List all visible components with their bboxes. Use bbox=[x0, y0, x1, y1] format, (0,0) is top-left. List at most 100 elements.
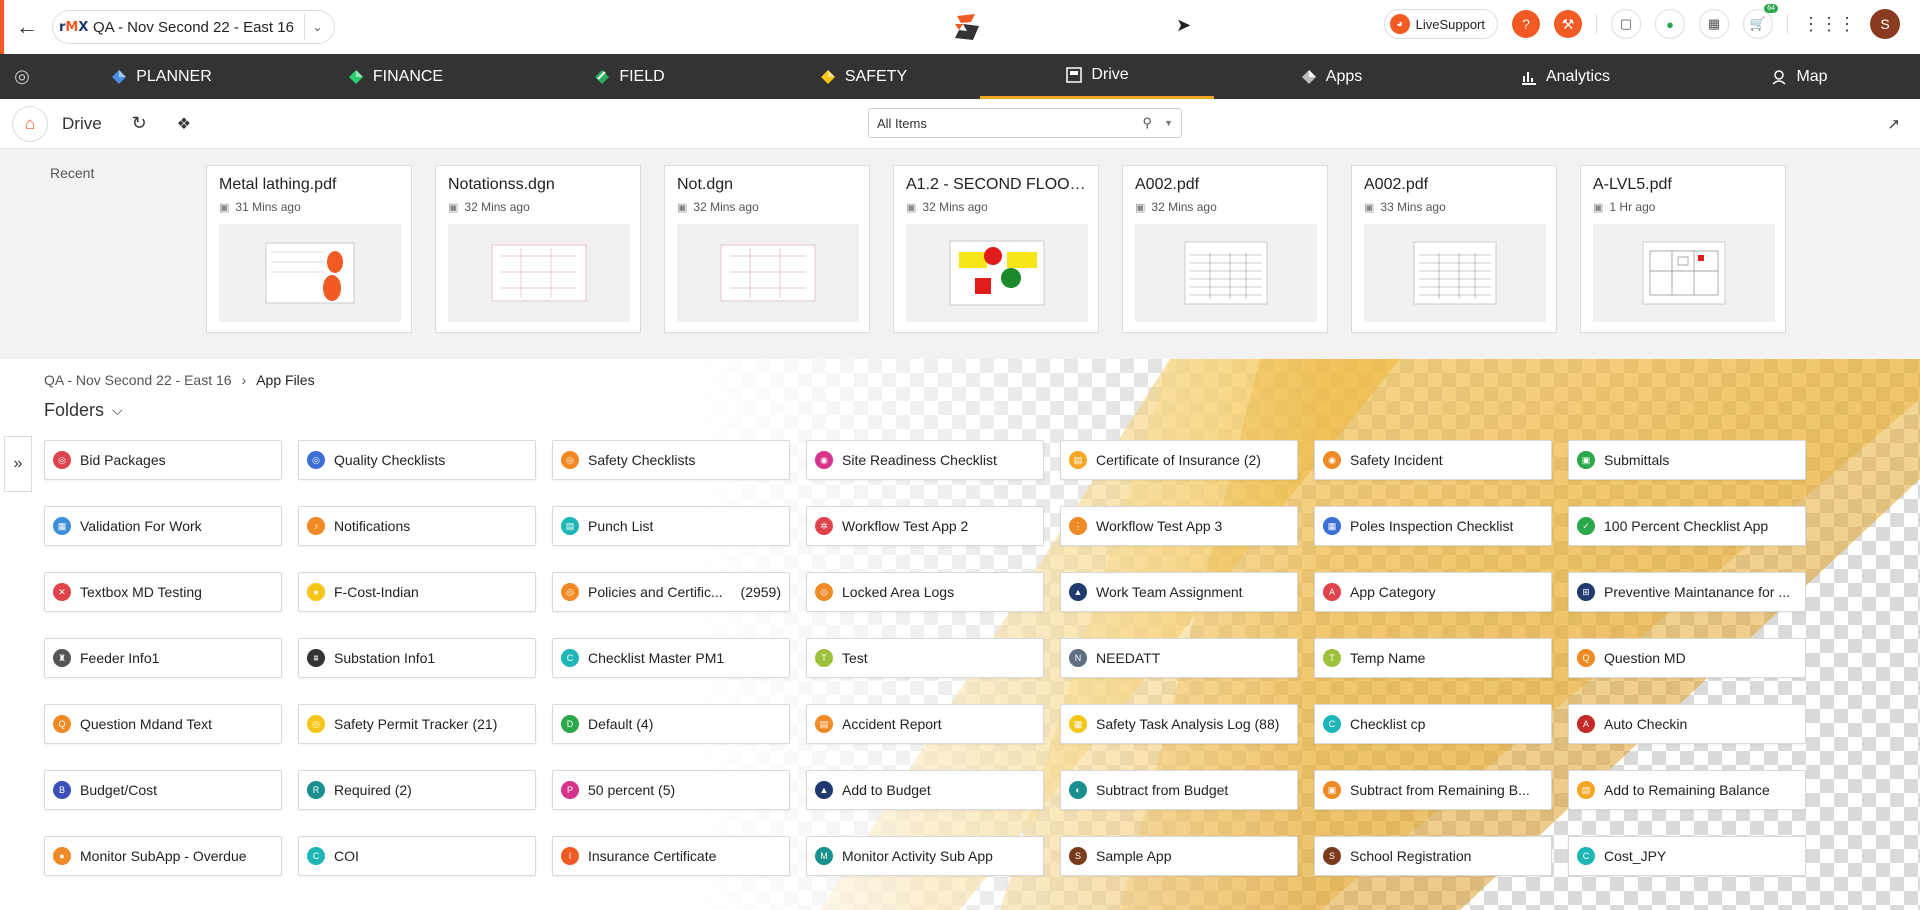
folder-tile[interactable]: ◎ Locked Area Logs bbox=[806, 572, 1044, 612]
folder-tile[interactable]: ⋮ Workflow Test App 3 bbox=[1060, 506, 1298, 546]
folder-tile[interactable]: B Budget/Cost bbox=[44, 770, 282, 810]
recent-file-card[interactable]: A1.2 - SECOND FLOOR ... ▣ 32 Mins ago bbox=[893, 165, 1099, 333]
tools-icon[interactable]: ⚒ bbox=[1554, 10, 1582, 38]
folder-tile[interactable]: Q Question Mdand Text bbox=[44, 704, 282, 744]
folder-tile[interactable]: ♪ Notifications bbox=[298, 506, 536, 546]
nav-label: Drive bbox=[1091, 66, 1129, 83]
folder-tile[interactable]: ▣ Subtract from Remaining B... bbox=[1314, 770, 1552, 810]
folder-tile[interactable]: I Insurance Certificate bbox=[552, 836, 790, 876]
folder-tile[interactable]: T Temp Name bbox=[1314, 638, 1552, 678]
folder-tile[interactable]: ▤ Certificate of Insurance (2) bbox=[1060, 440, 1298, 480]
folder-tile[interactable]: ✓ 100 Percent Checklist App bbox=[1568, 506, 1806, 546]
inbox-icon[interactable]: ▢ bbox=[1611, 9, 1641, 39]
folder-tile[interactable]: S School Registration bbox=[1314, 836, 1552, 876]
live-support-label: LiveSupport bbox=[1415, 16, 1485, 32]
folder-tile[interactable]: M Monitor Activity Sub App bbox=[806, 836, 1044, 876]
folder-tile[interactable]: ▲ Work Team Assignment bbox=[1060, 572, 1298, 612]
folder-tile[interactable]: A App Category bbox=[1314, 572, 1552, 612]
nav-apps[interactable]: Apps bbox=[1214, 54, 1448, 99]
folder-tile[interactable]: ▤ Accident Report bbox=[806, 704, 1044, 744]
refresh-icon[interactable]: ↻ bbox=[132, 113, 147, 134]
back-arrow-icon[interactable]: ← bbox=[4, 0, 50, 54]
file-time: 32 Mins ago bbox=[922, 200, 988, 214]
nav-planner[interactable]: PLANNER bbox=[44, 54, 278, 99]
chevron-down-icon[interactable]: ▼ bbox=[1164, 118, 1173, 128]
nav-label: FINANCE bbox=[372, 67, 444, 85]
nav-analytics[interactable]: Analytics bbox=[1448, 54, 1682, 99]
folder-tile[interactable]: D Default (4) bbox=[552, 704, 790, 744]
folder-tile[interactable]: C Checklist cp bbox=[1314, 704, 1552, 744]
folder-tile[interactable]: R Required (2) bbox=[298, 770, 536, 810]
nav-finance[interactable]: FINANCE bbox=[278, 54, 512, 99]
expand-sidebar-icon[interactable]: » bbox=[4, 436, 32, 492]
folder-tile[interactable]: ▦ Poles Inspection Checklist bbox=[1314, 506, 1552, 546]
recent-file-card[interactable]: A002.pdf ▣ 33 Mins ago bbox=[1351, 165, 1557, 333]
folder-tile[interactable]: ✕ Textbox MD Testing bbox=[44, 572, 282, 612]
folder-name: Workflow Test App 2 bbox=[842, 518, 969, 534]
folder-tile[interactable]: N NEEDATT bbox=[1060, 638, 1298, 678]
nav-safety[interactable]: SAFETY bbox=[746, 54, 980, 99]
folder-tile[interactable]: C Cost_JPY bbox=[1568, 836, 1806, 876]
folder-tile[interactable]: ◎ Safety Permit Tracker (21) bbox=[298, 704, 536, 744]
calendar-icon: ▣ bbox=[1364, 201, 1375, 214]
breadcrumb-root[interactable]: QA - Nov Second 22 - East 16 bbox=[44, 372, 232, 388]
folder-name: Checklist Master PM1 bbox=[588, 650, 725, 666]
recent-file-card[interactable]: A002.pdf ▣ 32 Mins ago bbox=[1122, 165, 1328, 333]
live-support-button[interactable]: ◕ LiveSupport bbox=[1383, 9, 1498, 39]
folder-tile[interactable]: ⩩ Substation Info1 bbox=[298, 638, 536, 678]
folder-app-icon: Q bbox=[1577, 649, 1595, 667]
folder-tile[interactable]: S Sample App bbox=[1060, 836, 1298, 876]
folder-tile[interactable]: T Test bbox=[806, 638, 1044, 678]
folder-tile[interactable]: ◐ Subtract from Budget bbox=[1060, 770, 1298, 810]
recent-file-card[interactable]: Not.dgn ▣ 32 Mins ago bbox=[664, 165, 870, 333]
folder-tile[interactable]: ◉ Site Readiness Checklist bbox=[806, 440, 1044, 480]
project-selector[interactable]: rMX QA - Nov Second 22 - East 16 ⌄ bbox=[52, 10, 335, 44]
cart-icon[interactable]: 🛒 64 bbox=[1743, 4, 1778, 39]
folder-tile[interactable]: ◎ Bid Packages bbox=[44, 440, 282, 480]
folder-tile[interactable]: C COI bbox=[298, 836, 536, 876]
folder-name: Auto Checkin bbox=[1604, 716, 1688, 732]
recent-file-card[interactable]: Notationss.dgn ▣ 32 Mins ago bbox=[435, 165, 641, 333]
folder-tile[interactable]: ▲ Add to Budget bbox=[806, 770, 1044, 810]
recent-file-card[interactable]: Metal lathing.pdf ▣ 31 Mins ago bbox=[206, 165, 412, 333]
recent-file-card[interactable]: A-LVL5.pdf ▣ 1 Hr ago bbox=[1580, 165, 1786, 333]
folder-app-icon: Q bbox=[53, 715, 71, 733]
document-settings-icon[interactable]: ▦ bbox=[1699, 9, 1729, 39]
chevron-down-icon[interactable]: ⌄ bbox=[303, 14, 330, 40]
help-icon[interactable]: ? bbox=[1512, 10, 1540, 38]
nav-map[interactable]: Map bbox=[1682, 54, 1916, 99]
folder-tile[interactable]: ▤ Punch List bbox=[552, 506, 790, 546]
folder-app-icon: ▦ bbox=[53, 517, 71, 535]
search-icon[interactable]: ⚲ bbox=[1143, 115, 1153, 131]
folder-tile[interactable]: ♜ Feeder Info1 bbox=[44, 638, 282, 678]
tag-icon[interactable]: ❖ bbox=[177, 114, 191, 134]
folder-tile[interactable]: ▦ Validation For Work bbox=[44, 506, 282, 546]
folder-tile[interactable]: ▤ Add to Remaining Balance bbox=[1568, 770, 1806, 810]
module-home-icon[interactable]: ◎ bbox=[0, 54, 44, 99]
file-thumbnail bbox=[906, 224, 1088, 322]
search-input[interactable]: All Items ⚲ ▼ bbox=[868, 108, 1182, 138]
team-icon[interactable]: ● bbox=[1655, 9, 1685, 39]
folder-tile[interactable]: ⊞ Preventive Maintanance for ... bbox=[1568, 572, 1806, 612]
nav-drive[interactable]: Drive bbox=[980, 54, 1214, 99]
folder-tile[interactable]: ◉ Safety Incident bbox=[1314, 440, 1552, 480]
avatar[interactable]: S bbox=[1870, 9, 1900, 39]
folder-tile[interactable]: ◎ Safety Checklists bbox=[552, 440, 790, 480]
folder-tile[interactable]: ● Monitor SubApp - Overdue bbox=[44, 836, 282, 876]
open-external-icon[interactable]: ↗ bbox=[1887, 115, 1900, 133]
folder-tile[interactable]: ◎ Policies and Certific... (2959) bbox=[552, 572, 790, 612]
folder-tile[interactable]: ✲ Workflow Test App 2 bbox=[806, 506, 1044, 546]
apps-grid-icon[interactable]: ⋮⋮⋮ bbox=[1802, 14, 1856, 35]
folder-tile[interactable]: ◎ Quality Checklists bbox=[298, 440, 536, 480]
folder-tile[interactable]: ● F-Cost-Indian bbox=[298, 572, 536, 612]
folder-tile[interactable]: P 50 percent (5) bbox=[552, 770, 790, 810]
folder-tile[interactable]: A Auto Checkin bbox=[1568, 704, 1806, 744]
folder-tile[interactable]: C Checklist Master PM1 bbox=[552, 638, 790, 678]
home-icon[interactable]: ⌂ bbox=[12, 105, 48, 142]
folder-app-icon: P bbox=[561, 781, 579, 799]
folder-tile[interactable]: Q Question MD bbox=[1568, 638, 1806, 678]
folders-heading[interactable]: Folders ⌵ bbox=[44, 400, 123, 421]
folder-tile[interactable]: ▦ Safety Task Analysis Log (88) bbox=[1060, 704, 1298, 744]
folder-tile[interactable]: ▣ Submittals bbox=[1568, 440, 1806, 480]
nav-field[interactable]: FIELD bbox=[512, 54, 746, 99]
